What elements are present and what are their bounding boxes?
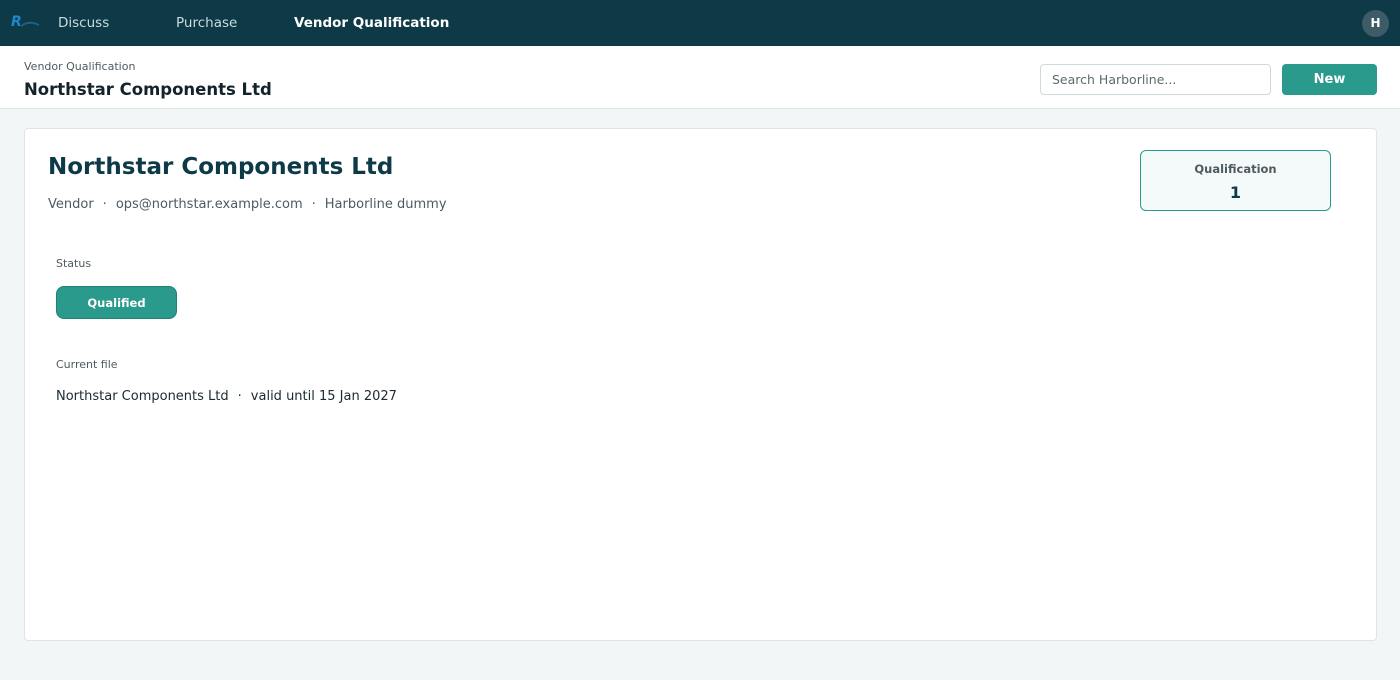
qualification-label: Qualification	[1194, 162, 1277, 176]
current-file-label: Current file	[56, 358, 118, 371]
vendor-email: ops@northstar.example.com	[115, 197, 303, 212]
page-header: Vendor Qualification Northstar Component…	[0, 46, 1400, 109]
nav-item-vendor-qualification[interactable]: Vendor Qualification	[294, 0, 449, 46]
search-input[interactable]	[1040, 64, 1271, 95]
status-label: Status	[56, 257, 92, 270]
meta-separator: ·	[311, 197, 316, 212]
qualification-count: 1	[1229, 183, 1242, 202]
breadcrumb[interactable]: Vendor Qualification	[24, 60, 135, 73]
new-button[interactable]: New	[1282, 64, 1377, 95]
top-nav-bar: R Discuss Purchase Vendor Qualification …	[0, 0, 1400, 46]
vendor-type: Vendor	[48, 197, 94, 212]
page-title: Northstar Components Ltd	[24, 80, 272, 99]
nav-item-purchase[interactable]: Purchase	[176, 0, 237, 46]
current-file-value: Northstar Components Ltd · valid until 15 …	[56, 389, 397, 404]
harborline-logo-icon[interactable]: R	[9, 12, 43, 32]
vendor-record-card: Northstar Components Ltd Vendor · ops@nort…	[24, 128, 1377, 641]
svg-text:R: R	[11, 14, 22, 30]
vendor-meta: Vendor · ops@northstar.example.com · Harborl…	[48, 197, 447, 212]
qualification-smart-button[interactable]: Qualification 1	[1140, 150, 1331, 211]
meta-separator: ·	[102, 197, 107, 212]
current-file-validity: valid until 15 Jan 2027	[250, 389, 397, 404]
nav-item-discuss[interactable]: Discuss	[58, 0, 109, 46]
vendor-name: Northstar Components Ltd	[48, 154, 394, 180]
vendor-company: Harborline dummy	[324, 197, 447, 212]
current-file-name: Northstar Components Ltd	[56, 389, 229, 404]
status-badge: Qualified	[56, 286, 177, 319]
user-avatar[interactable]: H	[1362, 10, 1389, 37]
file-separator: ·	[237, 389, 242, 404]
